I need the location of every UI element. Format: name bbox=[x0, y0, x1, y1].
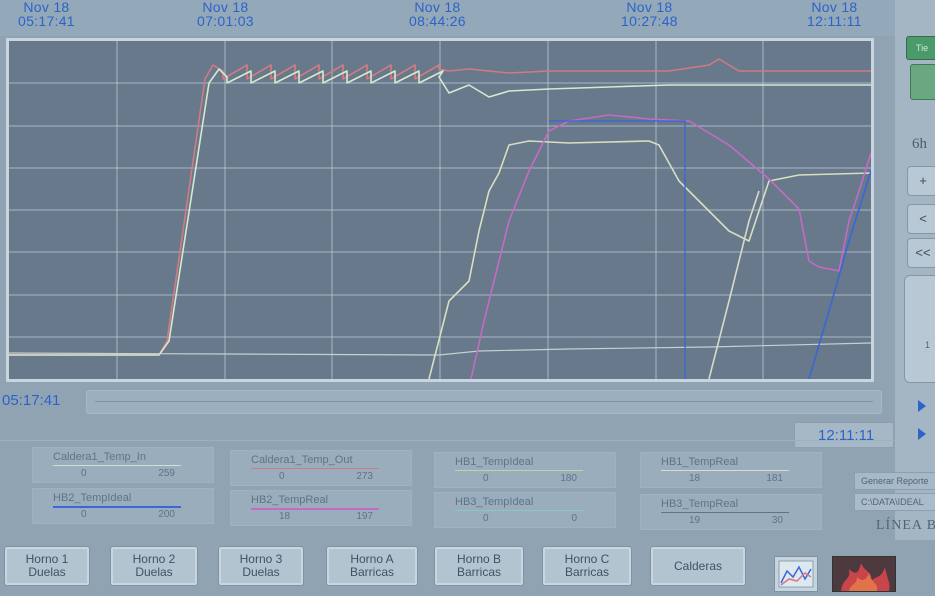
legend-max: 180 bbox=[560, 473, 577, 484]
legend-name: HB1_TempReal bbox=[661, 456, 739, 468]
legend-min: 0 bbox=[279, 471, 285, 482]
legend-max: 30 bbox=[771, 515, 783, 526]
nav-horno-1-duelas[interactable]: Horno 1 Duelas bbox=[4, 546, 90, 586]
rewind-button[interactable]: << bbox=[907, 238, 935, 268]
legend-swatch bbox=[455, 470, 583, 471]
timeline-label-4: Nov 18 12:11:11 bbox=[807, 0, 862, 28]
view-start-time: 05:17:41 bbox=[2, 392, 61, 409]
legend-swatch bbox=[251, 468, 379, 469]
legend-swatch bbox=[251, 508, 379, 510]
legend-hb1-tempideal: HB1_TempIdeal 0 180 bbox=[434, 452, 616, 488]
legend-max: 259 bbox=[158, 468, 175, 479]
legend-max: 200 bbox=[158, 509, 175, 520]
timeline-time-2: 08:44:26 bbox=[409, 13, 466, 29]
legend-max: 197 bbox=[356, 511, 373, 522]
nav-calderas[interactable]: Calderas bbox=[650, 546, 746, 586]
trend-mode-button[interactable]: Tie bbox=[906, 36, 935, 60]
nav-label-line1: Calderas bbox=[673, 558, 723, 573]
scroll-knob[interactable]: 1 bbox=[904, 275, 935, 383]
legend-hb3-tempreal: HB3_TempReal 19 30 bbox=[640, 494, 822, 530]
zoom-in-button[interactable]: + bbox=[907, 166, 935, 196]
line-chart-icon bbox=[778, 560, 814, 588]
timeline-date-0: Nov 18 bbox=[23, 0, 70, 15]
legend-name: HB1_TempIdeal bbox=[455, 456, 534, 468]
legend-swatch bbox=[53, 506, 181, 508]
legend-swatch bbox=[53, 465, 181, 466]
legend-hb3-tempideal: HB3_TempIdeal 0 0 bbox=[434, 492, 616, 528]
timeline-label-0: Nov 18 05:17:41 bbox=[18, 0, 75, 28]
nav-horno-c-barricas[interactable]: Horno C Barricas bbox=[542, 546, 632, 586]
legend-swatch bbox=[661, 470, 789, 471]
nav-label-line2: Duelas bbox=[135, 565, 173, 579]
generate-report-button[interactable]: Generar Reporte bbox=[854, 472, 935, 490]
timeline-date-2: Nov 18 bbox=[414, 0, 461, 15]
legend-name: HB3_TempReal bbox=[661, 498, 739, 510]
step-back-button[interactable]: < bbox=[907, 204, 935, 234]
timeline-label-2: Nov 18 08:44:26 bbox=[409, 0, 466, 28]
trend-plot bbox=[9, 41, 871, 379]
legend-name: HB3_TempIdeal bbox=[455, 496, 534, 508]
timeline-time-0: 05:17:41 bbox=[18, 13, 75, 29]
nav-label-line2: Barricas bbox=[456, 565, 501, 579]
report-path-field[interactable]: C:\DATA\IDEAL bbox=[854, 493, 935, 511]
legend-min: 19 bbox=[689, 515, 701, 526]
legend-swatch bbox=[661, 512, 789, 513]
time-range-label: 6h bbox=[912, 136, 927, 152]
nav-label-line2: Barricas bbox=[349, 565, 394, 579]
timeline-label-3: Nov 18 10:27:48 bbox=[621, 0, 678, 28]
timeline-date-3: Nov 18 bbox=[626, 0, 673, 15]
flame-icon bbox=[841, 563, 890, 591]
scroll-forward-icon[interactable] bbox=[918, 400, 926, 412]
timeline-label-1: Nov 18 07:01:03 bbox=[197, 0, 254, 28]
legend-hb2-tempreal: HB2_TempReal 18 197 bbox=[230, 490, 412, 526]
timeline-date-4: Nov 18 bbox=[811, 0, 858, 15]
legend-min: 0 bbox=[81, 468, 87, 479]
legend-min: 0 bbox=[483, 473, 489, 484]
fire-view-button[interactable] bbox=[832, 556, 896, 592]
legend-hb1-tempreal: HB1_TempReal 18 181 bbox=[640, 452, 822, 488]
legend-hb2-tempideal: HB2_TempIdeal 0 200 bbox=[32, 488, 214, 524]
time-scrollbar[interactable] bbox=[86, 390, 882, 414]
timeline-time-3: 10:27:48 bbox=[621, 13, 678, 29]
nav-label-line2: Duelas bbox=[28, 565, 66, 579]
legend-min: 18 bbox=[279, 511, 291, 522]
legend-name: Caldera1_Temp_In bbox=[53, 451, 146, 463]
legend-caldera1-temp-out: Caldera1_Temp_Out 0 273 bbox=[230, 450, 412, 486]
legend-min: 0 bbox=[483, 513, 489, 524]
nav-label-line2: Barricas bbox=[564, 565, 609, 579]
legend-max: 181 bbox=[766, 473, 783, 484]
trend-toggle-button[interactable] bbox=[910, 64, 935, 100]
legend-max: 273 bbox=[356, 471, 373, 482]
knob-tick-label: 1 bbox=[925, 340, 931, 350]
nav-horno-a-barricas[interactable]: Horno A Barricas bbox=[326, 546, 418, 586]
legend-max: 0 bbox=[571, 513, 577, 524]
legend-name: HB2_TempIdeal bbox=[53, 492, 132, 504]
nav-label-line2: Duelas bbox=[242, 565, 280, 579]
line-brand-label: LÍNEA B bbox=[876, 518, 935, 533]
nav-horno-2-duelas[interactable]: Horno 2 Duelas bbox=[110, 546, 198, 586]
timeline-header: Nov 18 05:17:41 Nov 18 07:01:03 Nov 18 0… bbox=[0, 0, 935, 36]
timeline-time-4: 12:11:11 bbox=[807, 13, 862, 29]
scrollbar-track-line bbox=[95, 401, 873, 402]
legend-swatch bbox=[455, 510, 583, 511]
timeline-time-1: 07:01:03 bbox=[197, 13, 254, 29]
legend-name: HB2_TempReal bbox=[251, 494, 329, 506]
legend-min: 18 bbox=[689, 473, 701, 484]
legend-caldera1-temp-in: Caldera1_Temp_In 0 259 bbox=[32, 447, 214, 483]
timeline-date-1: Nov 18 bbox=[202, 0, 249, 15]
legend-min: 0 bbox=[81, 509, 87, 520]
trend-chart-button[interactable] bbox=[774, 556, 818, 592]
section-divider bbox=[0, 440, 895, 441]
nav-horno-b-barricas[interactable]: Horno B Barricas bbox=[434, 546, 524, 586]
jump-end-icon[interactable] bbox=[918, 428, 926, 440]
view-end-time: 12:11:11 bbox=[818, 427, 875, 444]
legend-name: Caldera1_Temp_Out bbox=[251, 454, 353, 466]
nav-horno-3-duelas[interactable]: Horno 3 Duelas bbox=[218, 546, 304, 586]
